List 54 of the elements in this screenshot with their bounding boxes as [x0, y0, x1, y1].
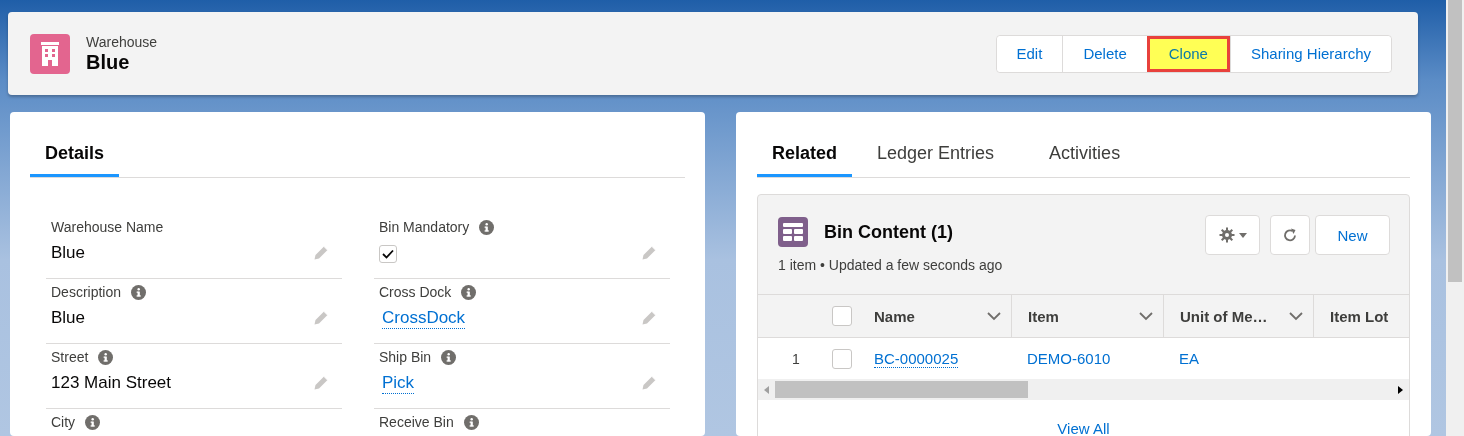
- table-cell-link[interactable]: EA: [1179, 350, 1199, 367]
- info-icon[interactable]: [463, 414, 479, 430]
- info-icon[interactable]: [461, 284, 477, 300]
- info-icon[interactable]: [441, 349, 457, 365]
- page-scrollbar[interactable]: [1446, 0, 1464, 436]
- building-icon: [30, 33, 70, 74]
- action-button[interactable]: Sharing Hierarchy: [1229, 35, 1391, 72]
- object-type-label: Warehouse: [86, 33, 158, 50]
- chevron-down-icon[interactable]: [1289, 311, 1303, 321]
- field-value: Blue: [51, 308, 86, 328]
- settings-menu-button[interactable]: [1205, 215, 1260, 255]
- caret-down-icon: [1238, 232, 1247, 238]
- column-header[interactable]: Unit of Me…: [1180, 307, 1268, 325]
- table-cell-link[interactable]: BC-0000025: [874, 349, 959, 368]
- row-number: 1: [792, 350, 800, 367]
- field-label: Ship Bin: [379, 349, 432, 365]
- field-label: Warehouse Name: [51, 219, 164, 235]
- row-checkbox[interactable]: [832, 348, 852, 369]
- chevron-down-icon[interactable]: [987, 311, 1001, 321]
- refresh-button[interactable]: [1270, 215, 1310, 255]
- record-title: Blue: [86, 50, 131, 74]
- info-icon[interactable]: [98, 349, 114, 365]
- action-button[interactable]: Clone: [1146, 35, 1230, 72]
- tab[interactable]: Details: [30, 132, 120, 177]
- field-label: Description: [51, 284, 122, 300]
- field-label: Bin Mandatory: [379, 219, 470, 235]
- field-link[interactable]: Pick: [382, 372, 415, 394]
- refresh-icon: [1282, 227, 1298, 243]
- new-button[interactable]: New: [1315, 215, 1390, 255]
- tab[interactable]: Related: [757, 132, 853, 177]
- view-all-link[interactable]: View All: [1057, 420, 1110, 436]
- column-header[interactable]: Item Lot: [1330, 307, 1389, 325]
- tab[interactable]: Activities: [1034, 132, 1151, 177]
- checkmark-icon: [382, 249, 394, 259]
- field-label: Cross Dock: [379, 284, 452, 300]
- table-cell-link[interactable]: DEMO-6010: [1027, 350, 1111, 367]
- settings-icon: [1218, 227, 1235, 243]
- info-icon[interactable]: [479, 219, 495, 235]
- field-link[interactable]: CrossDock: [382, 307, 466, 329]
- column-header[interactable]: Item: [1028, 307, 1059, 325]
- info-icon[interactable]: [85, 414, 101, 430]
- tab[interactable]: Ledger Entries: [862, 132, 1025, 177]
- info-icon[interactable]: [131, 284, 147, 300]
- table-icon: [778, 217, 808, 247]
- chevron-down-icon[interactable]: [1139, 311, 1153, 321]
- field-label: Street: [51, 349, 89, 365]
- select-all-checkbox[interactable]: [832, 306, 852, 326]
- field-label: Receive Bin: [379, 414, 454, 430]
- field-label: City: [51, 414, 76, 430]
- related-list-status: 1 item • Updated a few seconds ago: [778, 257, 1004, 273]
- field-value: 123 Main Street: [51, 373, 171, 393]
- column-header[interactable]: Name: [874, 307, 915, 325]
- field-value: Blue: [51, 243, 86, 263]
- related-list-title: Bin Content (1): [824, 221, 953, 243]
